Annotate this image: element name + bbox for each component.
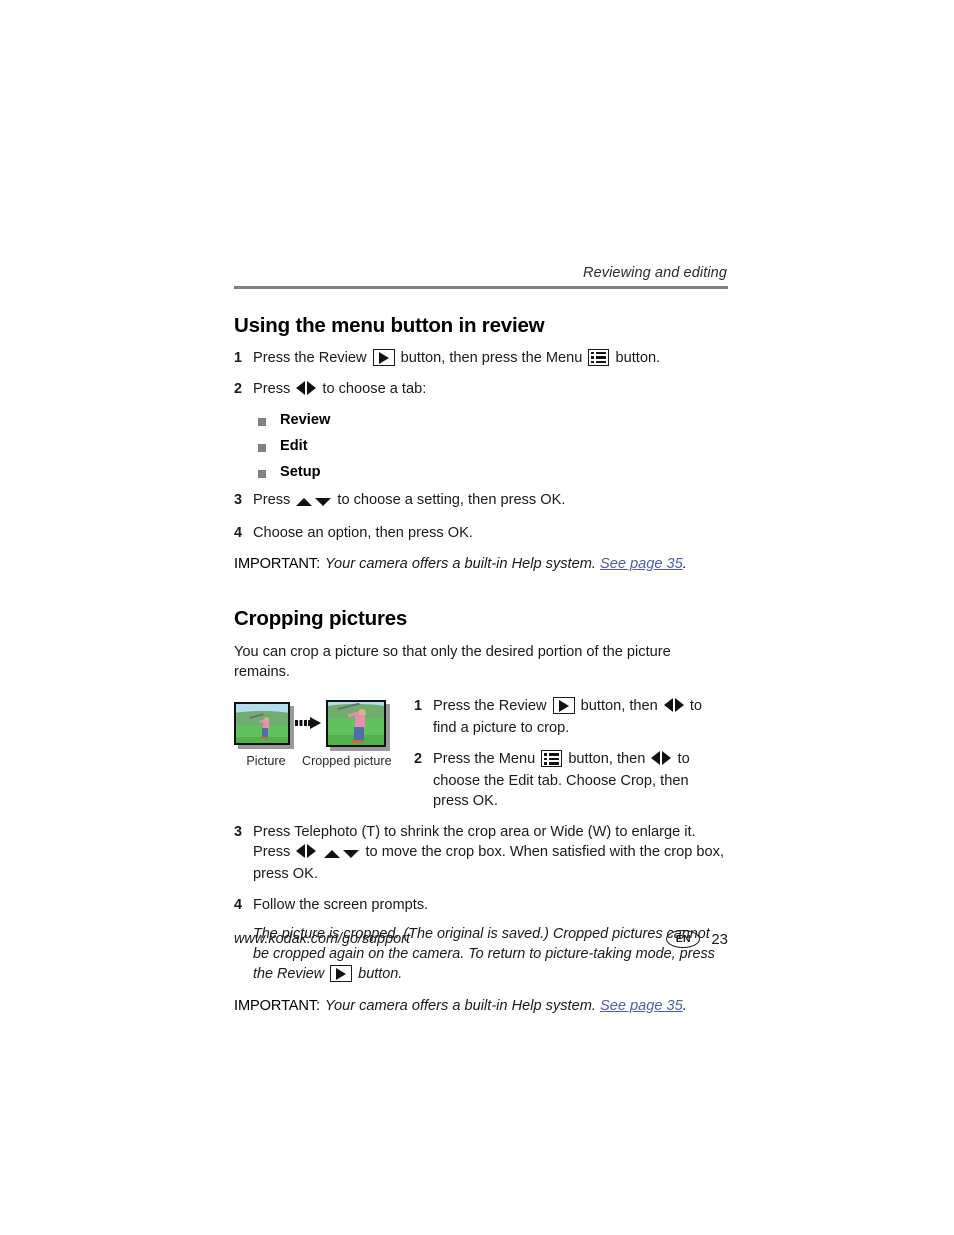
tab-list-item-setup: Setup (258, 464, 728, 480)
important-text: Your camera offers a built-in Help syste… (325, 556, 687, 572)
menu-step-3: 3 Press to choose a setting, then press … (234, 491, 728, 513)
step-text: Follow the screen prompts. (253, 896, 429, 913)
crop-step-4: 4 Follow the screen prompts. (234, 896, 728, 916)
step-text: Press to choose a setting, then press OK… (253, 491, 728, 513)
left-right-arrows-icon (663, 697, 684, 719)
review-icon (330, 965, 353, 983)
step-number: 3 (234, 491, 243, 508)
important-label: IMPORTANT: (234, 997, 321, 1014)
step-number: 2 (414, 751, 423, 768)
left-right-arrows-icon (296, 843, 317, 865)
important-text: Your camera offers a built-in Help syste… (325, 998, 687, 1014)
left-right-arrows-icon (296, 380, 317, 402)
square-bullet-icon (258, 443, 266, 452)
see-page-link[interactable]: See page 35 (600, 998, 683, 1014)
crop-figure: Picture Cropped picture (234, 697, 410, 768)
footer-right-group: EN 23 (666, 930, 728, 948)
important-body: Your camera offers a built-in Help syste… (325, 997, 600, 1014)
cropping-intro: You can crop a picture so that only the … (234, 644, 671, 680)
step-text-part: button. (611, 350, 661, 366)
step-text: Press to choose a tab: (253, 380, 728, 402)
step-text-part: to choose a tab: (318, 380, 427, 397)
language-badge: EN (666, 930, 701, 948)
document-page: Reviewing and editing Using the menu but… (234, 265, 728, 1017)
original-thumbnail (234, 701, 294, 749)
step-number: 1 (414, 697, 423, 714)
step-text: Choose an option, then press OK. (253, 524, 473, 541)
square-bullet-icon (258, 469, 266, 478)
step-text: Press the Review button, then press the … (253, 349, 728, 369)
tab-list-item-edit: Edit (258, 438, 728, 454)
step-text-part: Press the Review (253, 350, 371, 366)
crop-step-3: 3 Press Telephoto (T) to shrink the crop… (234, 823, 728, 885)
step-number: 4 (234, 524, 243, 541)
important-note-menu: IMPORTANT: Your camera offers a built-in … (234, 555, 728, 575)
running-header: Reviewing and editing (583, 265, 727, 281)
tab-label: Review (280, 411, 331, 428)
square-bullet-icon (258, 417, 266, 426)
thumbnail-pair (234, 699, 410, 751)
review-icon (372, 349, 395, 366)
left-right-arrows-icon (651, 751, 672, 772)
page-title: Using the menu button in review (234, 314, 545, 337)
page-footer: www.kodak.com/go/support EN 23 (234, 930, 728, 948)
cropped-thumbnail (326, 699, 390, 751)
tab-label: Edit (280, 437, 308, 454)
important-period: . (682, 556, 687, 573)
up-down-arrows-icon (296, 493, 332, 513)
header-rule (234, 286, 728, 289)
original-picture-image (234, 701, 290, 745)
step-text-part: Press (253, 491, 295, 508)
menu-icon (588, 349, 610, 366)
thumbnail-captions: Picture Cropped picture (234, 754, 410, 768)
transform-arrow-icon (295, 716, 321, 730)
tab-label: Setup (280, 463, 321, 480)
step-text-part: button, then press the Menu (396, 350, 587, 366)
step-text: Press the Menu button, then to choose th… (433, 750, 728, 812)
step-text-part: Press (253, 380, 295, 397)
caption-original: Picture (246, 753, 286, 768)
see-page-link[interactable]: See page 35 (600, 556, 683, 572)
transform-arrow (290, 702, 326, 745)
step-text-part: button, then (564, 751, 650, 768)
crop-step-1: 1 Press the Review button, then to find … (414, 696, 728, 739)
important-label: IMPORTANT: (234, 556, 321, 573)
important-note-crop: IMPORTANT: Your camera offers a built-in … (234, 997, 728, 1017)
crop-step-2: 2 Press the Menu button, then to choose … (414, 750, 728, 812)
important-body: Your camera offers a built-in Help syste… (325, 556, 600, 573)
tab-list-item-review: Review (258, 412, 728, 428)
step-number: 3 (234, 823, 243, 840)
cropped-picture-image (326, 699, 386, 747)
menu-step-4: 4 Choose an option, then press OK. (234, 524, 728, 544)
step-text-part: to choose a setting, then press OK. (333, 491, 566, 508)
step-text: Press the Review button, then to find a … (433, 696, 728, 739)
step-text-part (318, 844, 322, 860)
support-url[interactable]: www.kodak.com/go/support (234, 931, 410, 947)
caption-cropped: Cropped picture (302, 753, 392, 768)
menu-step-2: 2 Press to choose a tab: (234, 380, 728, 402)
up-down-arrows-icon (324, 845, 360, 865)
step-number: 1 (234, 350, 243, 366)
note-text-part: button. (354, 966, 403, 983)
menu-step-1: 1 Press the Review button, then press th… (234, 349, 728, 369)
page-number: 23 (711, 930, 728, 948)
step-number: 2 (234, 380, 243, 397)
menu-icon (541, 750, 563, 768)
step-text-part: Press the Review (433, 697, 551, 714)
step-text: Press Telephoto (T) to shrink the crop a… (253, 823, 728, 885)
step-number: 4 (234, 896, 243, 913)
crop-figure-row: Picture Cropped picture 1 Press the Revi… (234, 696, 728, 812)
important-period: . (682, 997, 687, 1014)
cropping-title: Cropping pictures (234, 607, 408, 631)
step-text-part: button, then (576, 697, 662, 714)
crop-steps-inline: 1 Press the Review button, then to find … (410, 696, 728, 812)
review-icon (552, 696, 575, 714)
step-text-part: Press the Menu (433, 751, 540, 768)
